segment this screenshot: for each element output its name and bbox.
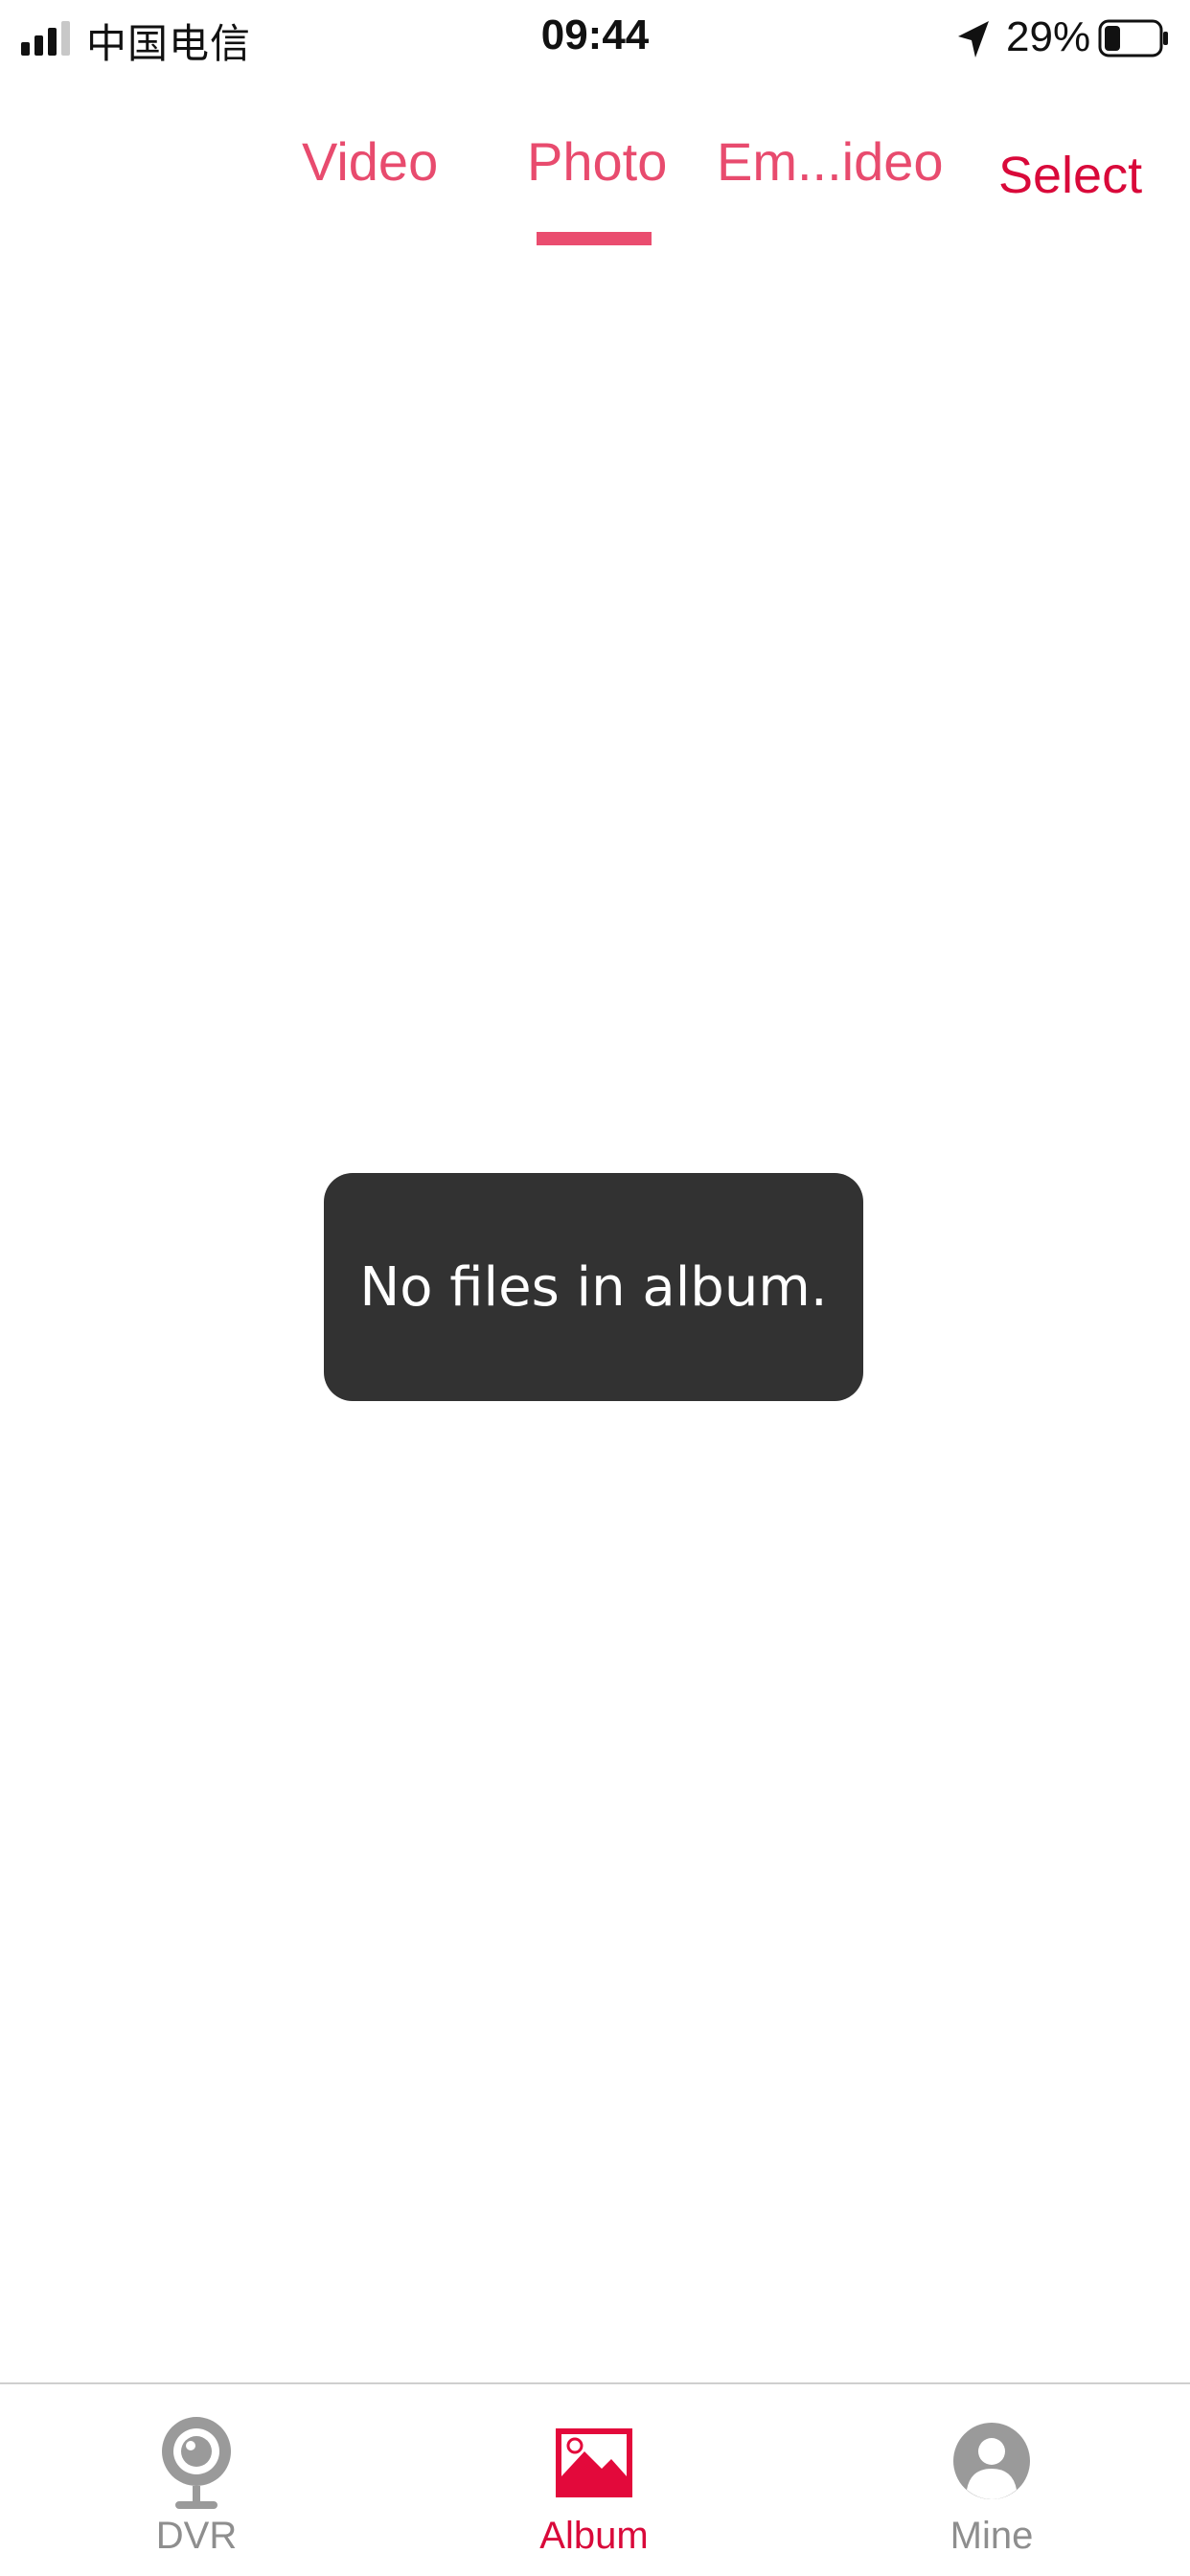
bottom-tab-bar: DVR Album Mine — [0, 2382, 1190, 2576]
select-button[interactable]: Select — [998, 146, 1142, 205]
tab-photo[interactable]: Photo — [527, 130, 667, 193]
active-tab-indicator — [537, 232, 652, 245]
tabbar-label-dvr: DVR — [155, 2515, 238, 2557]
toast-message: No files in album. — [359, 1255, 828, 1319]
tabbar-label-mine: Mine — [950, 2515, 1034, 2557]
location-arrow-icon — [958, 21, 989, 58]
tabbar-label-album: Album — [539, 2515, 649, 2557]
tab-video[interactable]: Video — [302, 130, 438, 193]
tabbar-item-mine[interactable]: Mine — [877, 2384, 1107, 2576]
webcam-icon — [162, 2417, 231, 2509]
album-screen: 中国电信 09:44 29% Video Photo Em...ideo Sel… — [0, 0, 1190, 2576]
status-bar: 中国电信 09:44 29% — [0, 0, 1190, 80]
tabbar-item-album[interactable]: Album — [479, 2384, 709, 2576]
user-icon — [953, 2423, 1030, 2499]
tab-emergency-video[interactable]: Em...ideo — [717, 130, 944, 193]
tabbar-item-dvr[interactable]: DVR — [81, 2384, 311, 2576]
picture-icon — [556, 2428, 632, 2497]
battery-percent: 29% — [1006, 13, 1091, 60]
album-type-tabs: Video Photo Em...ideo Select — [0, 113, 1190, 257]
toast: No files in album. — [324, 1173, 863, 1401]
battery-icon — [1098, 19, 1168, 58]
